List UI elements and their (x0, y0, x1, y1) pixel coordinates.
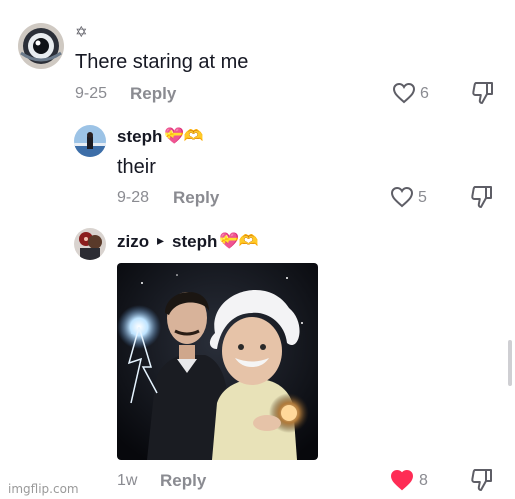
steph-avatar-image (74, 125, 106, 157)
comment-date: 9-25 (75, 85, 108, 102)
reply-arrow-icon: ▸ (157, 232, 165, 248)
watermark: imgflip.com (8, 482, 79, 496)
like-count: 5 (418, 189, 427, 206)
reply-button[interactable]: Reply (173, 188, 219, 208)
portrait-illustration (117, 263, 318, 460)
dislike-icon[interactable] (470, 467, 494, 493)
username-steph[interactable]: steph (117, 127, 162, 147)
like-heart-icon[interactable] (392, 82, 416, 104)
dislike-icon[interactable] (471, 80, 495, 106)
avatar-commenter-1[interactable] (18, 23, 64, 69)
username-zizo[interactable]: zizo (117, 232, 149, 252)
like-count: 8 (419, 472, 428, 489)
attached-image[interactable] (117, 263, 318, 460)
dislike-icon[interactable] (470, 184, 494, 210)
scrollbar-thumb[interactable] (508, 340, 512, 386)
like-heart-icon[interactable] (390, 186, 414, 208)
comment-text: There staring at me (75, 51, 249, 73)
comment-text: their (117, 156, 156, 178)
eye-avatar-image (18, 23, 64, 69)
reply-to-username[interactable]: steph (172, 232, 217, 252)
avatar-zizo[interactable] (74, 228, 106, 260)
avatar-steph[interactable] (74, 125, 106, 157)
username-emoji: 💝🫶 (164, 128, 204, 145)
like-count: 6 (420, 85, 429, 102)
username-emoji: 💝🫶 (219, 233, 259, 250)
comment-date: 9-28 (117, 189, 150, 206)
liked-heart-icon[interactable] (390, 469, 414, 491)
comment-date: 1w (117, 472, 138, 489)
zizo-avatar-image (74, 228, 106, 260)
reply-button[interactable]: Reply (160, 471, 206, 491)
reply-button[interactable]: Reply (130, 84, 176, 104)
username-mark[interactable]: ✡ (75, 23, 88, 41)
